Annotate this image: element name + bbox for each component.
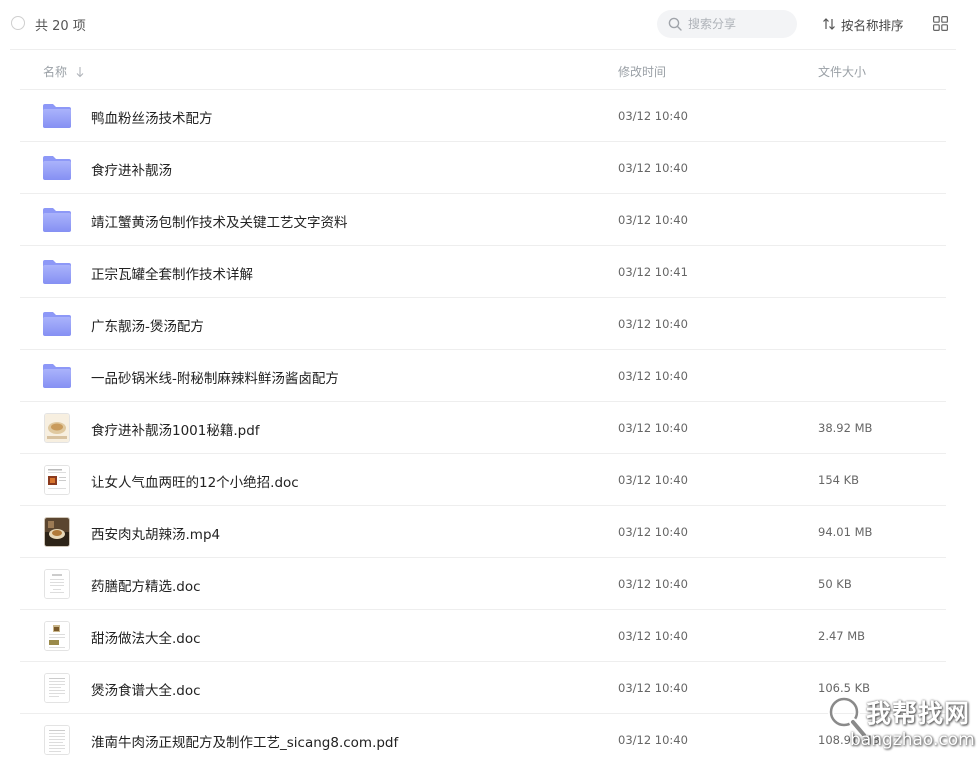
toolbar-divider [10,49,956,50]
folder-icon [42,102,72,130]
sort-down-icon [76,66,84,77]
sort-arrows-icon [823,18,835,30]
file-modified: 03/12 10:40 [618,525,688,539]
file-modified: 03/12 10:40 [618,473,688,487]
folder-icon [42,258,72,286]
file-row[interactable]: 靖江蟹黄汤包制作技术及关键工艺文字资料 03/12 10:40 [20,194,946,246]
file-name: 正宗瓦罐全套制作技术详解 [91,267,253,283]
file-row[interactable]: 广东靓汤-煲汤配方 03/12 10:40 [20,298,946,350]
column-size-header[interactable]: 文件大小 [818,63,866,80]
top-toolbar: 共 20 项 按名称排序 [0,0,980,48]
search-icon [668,17,682,31]
folder-icon [42,154,72,182]
file-row[interactable]: 食疗进补靓汤1001秘籍.pdf 03/12 10:40 38.92 MB [20,402,946,454]
file-name: 食疗进补靓汤 [91,163,172,179]
file-name: 淮南牛肉汤正规配方及制作工艺_sicang8.com.pdf [91,735,399,751]
file-modified: 03/12 10:40 [618,681,688,695]
column-name-header[interactable]: 名称 [43,63,85,80]
pdf-thumbnail-icon [44,725,70,755]
file-size: 50 KB [818,577,852,591]
file-size: 38.92 MB [818,421,873,435]
file-modified: 03/12 10:40 [618,421,688,435]
doc-thumbnail-icon [44,569,70,599]
select-all-checkbox[interactable] [11,16,25,30]
doc-thumbnail-icon [44,673,70,703]
file-name: 靖江蟹黄汤包制作技术及关键工艺文字资料 [91,215,348,231]
video-thumbnail-icon [44,517,70,547]
file-name: 食疗进补靓汤1001秘籍.pdf [91,423,260,439]
file-modified: 03/12 10:40 [618,317,688,331]
file-row[interactable]: 一品砂锅米线-附秘制麻辣料鲜汤酱卤配方 03/12 10:40 [20,350,946,402]
file-row[interactable]: 淮南牛肉汤正规配方及制作工艺_sicang8.com.pdf 03/12 10:… [20,714,946,766]
pdf-thumbnail-icon [44,413,70,443]
file-row[interactable]: 西安肉丸胡辣汤.mp4 03/12 10:40 94.01 MB [20,506,946,558]
file-row[interactable]: 甜汤做法大全.doc 03/12 10:40 2.47 MB [20,610,946,662]
file-modified: 03/12 10:41 [618,265,688,279]
file-row[interactable]: 让女人气血两旺的12个小绝招.doc 03/12 10:40 154 KB [20,454,946,506]
file-modified: 03/12 10:40 [618,577,688,591]
site-watermark: 我帮找网 bangzhao.com [822,688,980,757]
file-row[interactable]: 食疗进补靓汤 03/12 10:40 [20,142,946,194]
column-modified-header[interactable]: 修改时间 [618,63,666,80]
file-modified: 03/12 10:40 [618,109,688,123]
search-box[interactable] [657,10,797,38]
file-row[interactable]: 煲汤食谱大全.doc 03/12 10:40 106.5 KB [20,662,946,714]
file-row[interactable]: 正宗瓦罐全套制作技术详解 03/12 10:41 [20,246,946,298]
file-modified: 03/12 10:40 [618,733,688,747]
file-modified: 03/12 10:40 [618,213,688,227]
file-name: 煲汤食谱大全.doc [91,683,201,699]
file-modified: 03/12 10:40 [618,629,688,643]
file-row[interactable]: 鸭血粉丝汤技术配方 03/12 10:40 [20,90,946,142]
grid-view-icon [933,16,949,32]
grid-view-button[interactable] [933,16,949,35]
doc-thumbnail-icon [44,621,70,651]
file-name: 西安肉丸胡辣汤.mp4 [91,527,221,543]
file-size: 94.01 MB [818,525,873,539]
file-row[interactable]: 药膳配方精选.doc 03/12 10:40 50 KB [20,558,946,610]
file-name: 广东靓汤-煲汤配方 [91,319,204,335]
file-name: 让女人气血两旺的12个小绝招.doc [91,475,299,491]
file-name: 鸭血粉丝汤技术配方 [91,111,213,127]
file-name: 甜汤做法大全.doc [91,631,201,647]
file-modified: 03/12 10:40 [618,369,688,383]
watermark-url: bangzhao.com [850,730,975,750]
search-input[interactable] [688,15,788,33]
column-header: 名称 修改时间 文件大小 [0,56,980,86]
folder-icon [42,310,72,338]
watermark-title: 我帮找网 [866,699,971,728]
sort-label: 按名称排序 [841,17,904,33]
item-count: 共 20 项 [35,19,86,34]
file-size: 2.47 MB [818,629,866,643]
sort-by-name-button[interactable]: 按名称排序 [822,15,904,33]
file-modified: 03/12 10:40 [618,161,688,175]
column-name-label: 名称 [43,65,68,79]
file-name: 药膳配方精选.doc [91,579,201,595]
file-name: 一品砂锅米线-附秘制麻辣料鲜汤酱卤配方 [91,371,339,387]
file-size: 154 KB [818,473,860,487]
folder-icon [42,362,72,390]
folder-icon [42,206,72,234]
doc-thumbnail-icon [44,465,70,495]
